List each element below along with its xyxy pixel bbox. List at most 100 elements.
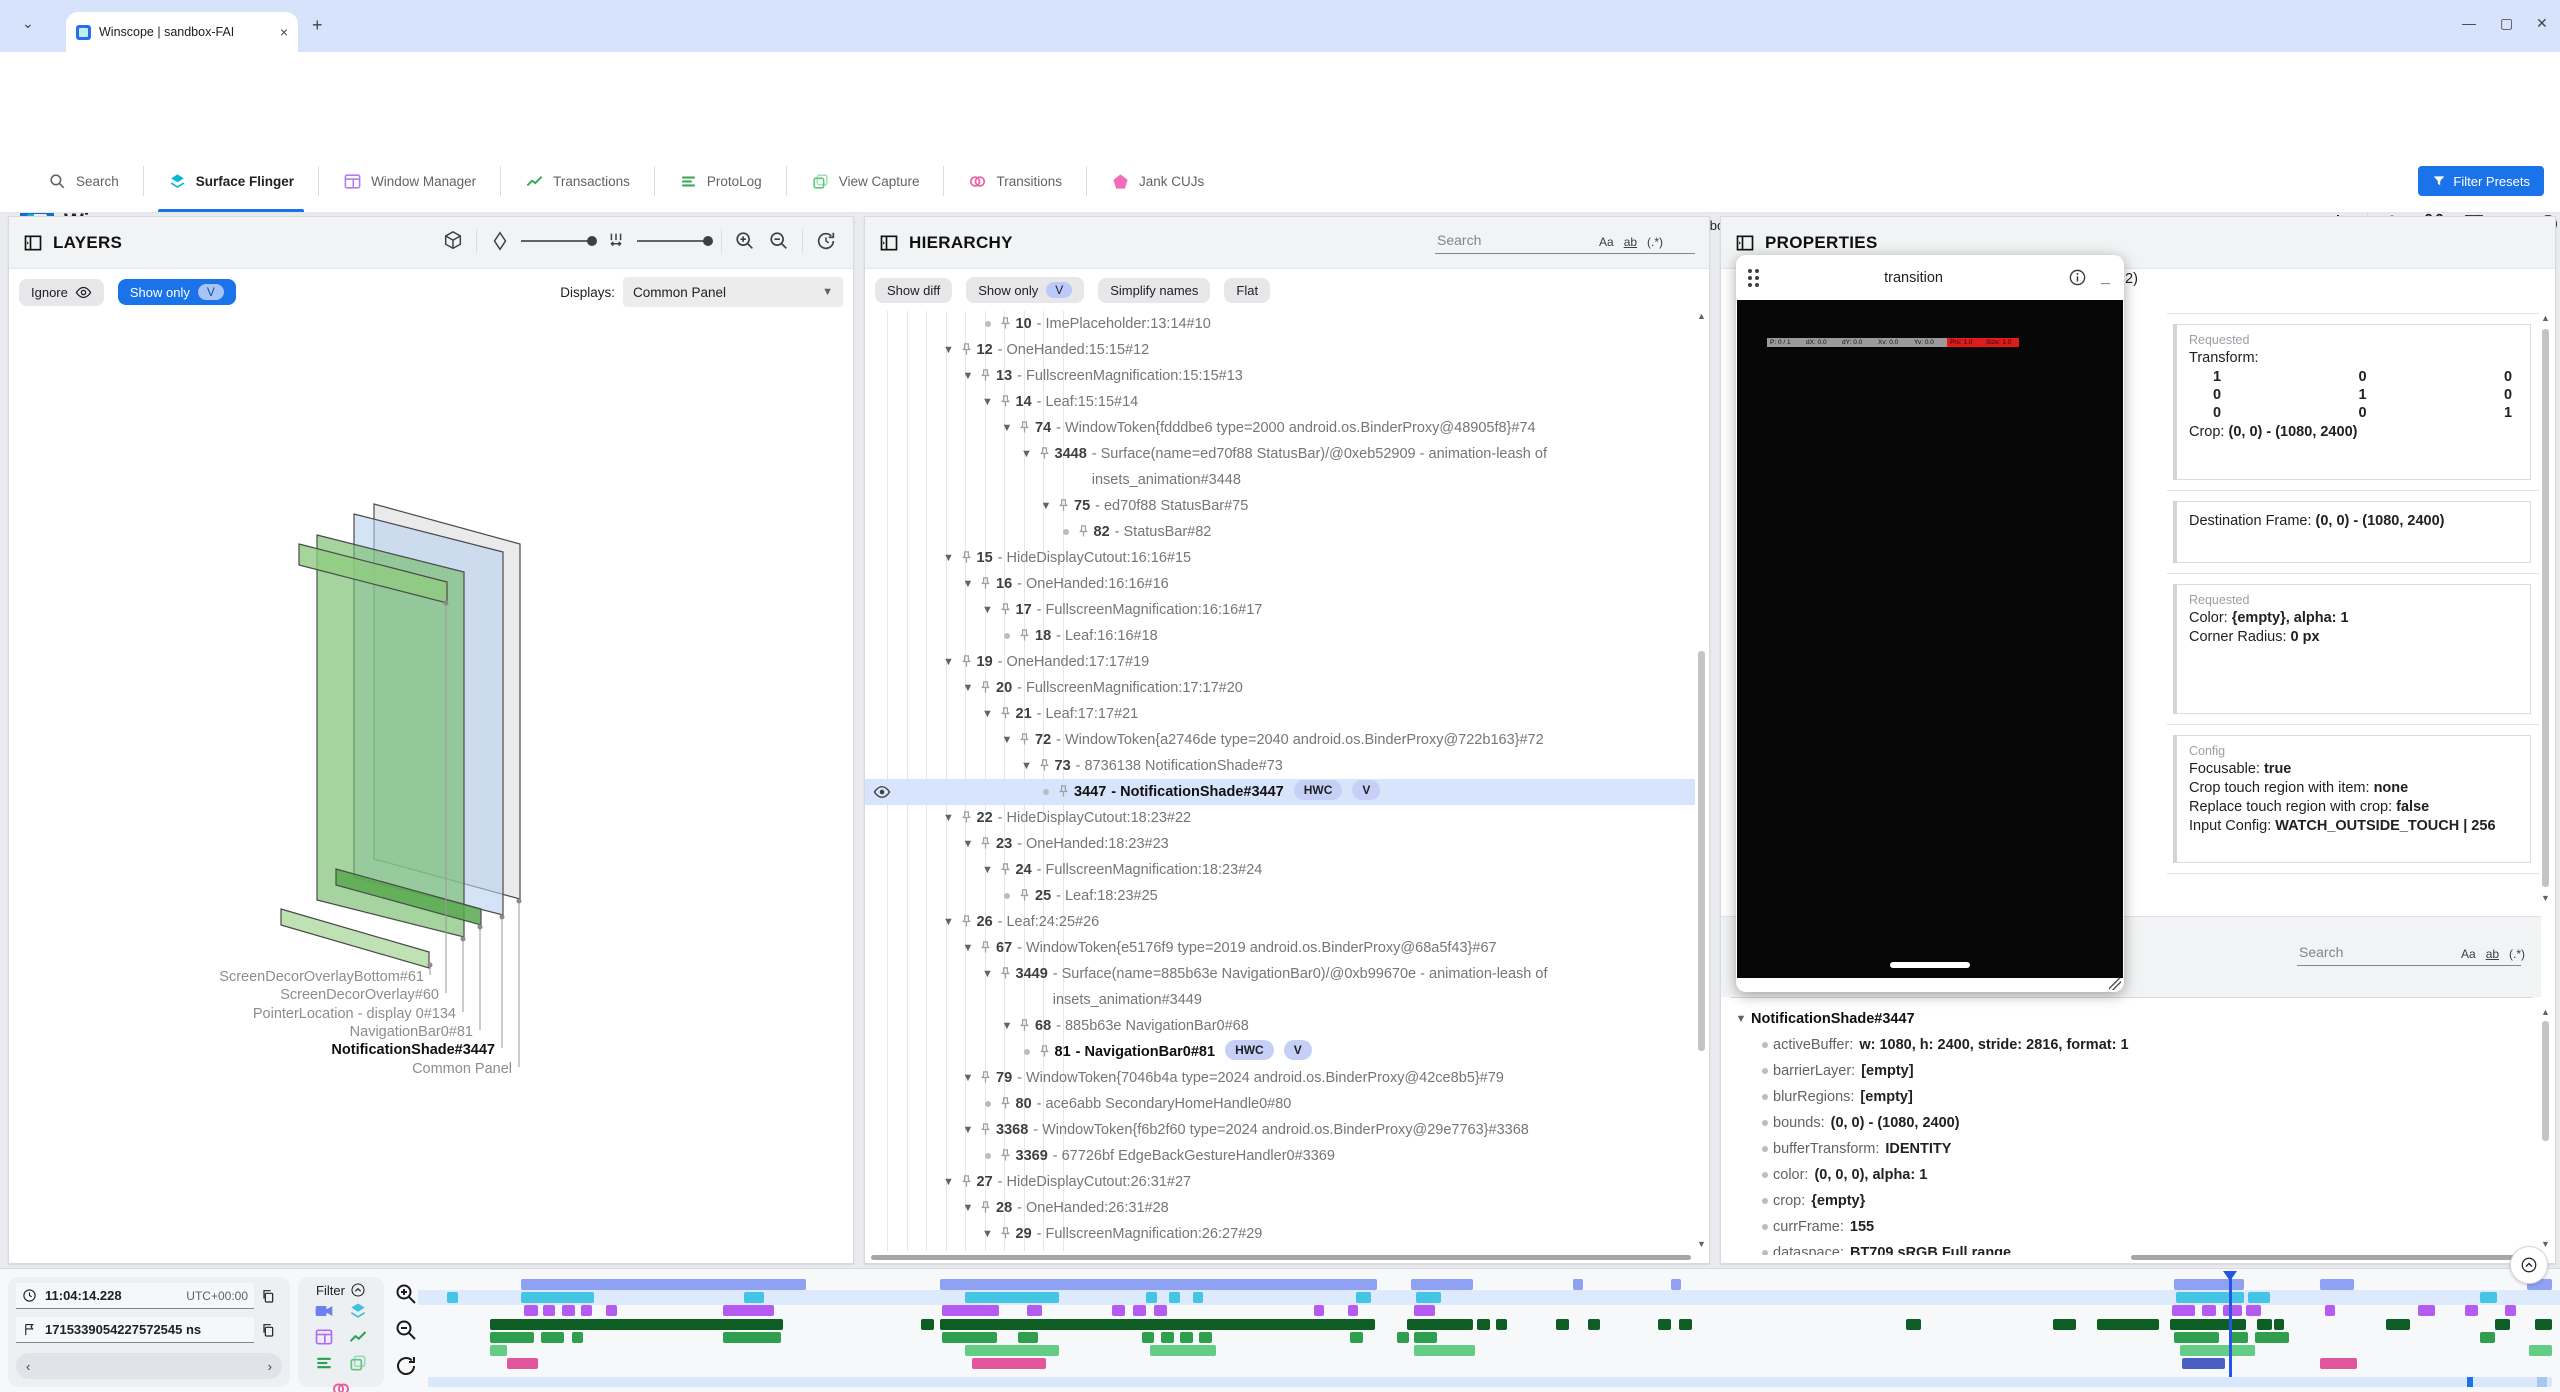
tree-row[interactable]: 82- StatusBar#82 [865,519,1695,545]
collapse-timeline-button[interactable] [2510,1246,2548,1284]
tree-row[interactable]: ▼16- OneHanded:16:16#16 [865,571,1695,597]
tab-search[interactable]: Search [24,150,143,212]
trace-event-block-screen-recording[interactable] [940,1279,1378,1290]
zoom-out-icon[interactable] [768,230,790,252]
tree-row[interactable]: ▼67- WindowToken{e5176f9 type=2019 andro… [865,935,1695,961]
trace-event-block-transactions[interactable] [2097,1319,2159,1330]
collapse-filter-icon[interactable] [350,1282,366,1298]
trace-event-block-transactions[interactable] [1496,1319,1507,1330]
trace-event-block-window-manager[interactable] [1348,1305,1359,1316]
pin-icon[interactable] [977,368,994,383]
transition-overlay-card[interactable]: transition _ P: 0 / 1dX: 0.0dY: 0.0Xv: 0… [1736,255,2124,992]
expand-arrow-icon[interactable]: ▼ [959,363,977,389]
trace-event-block-surface-flinger[interactable] [1169,1292,1180,1303]
trace-event-block-transactions[interactable] [490,1319,783,1330]
tab-transactions[interactable]: Transactions [501,150,654,212]
tree-row[interactable]: 18- Leaf:16:16#18 [865,623,1695,649]
tree-row[interactable]: 81- NavigationBar0#81HWCV [865,1039,1695,1065]
trace-event-block-view-capture[interactable] [1414,1345,1476,1356]
expand-arrow-icon[interactable]: ▼ [959,675,977,701]
prop-tree-root[interactable]: ▼NotificationShade#3447 [1731,1006,2533,1032]
tab-close-icon[interactable]: × [280,25,288,39]
timeline-reset-zoom-icon[interactable] [394,1354,418,1378]
prop-tree-row[interactable]: dataspace:BT709 sRGB Full range [1731,1240,2533,1255]
filter-presets-button[interactable]: Filter Presets [2418,166,2544,196]
trace-event-block-window-manager[interactable] [2325,1305,2336,1316]
spacing-slider[interactable] [637,240,711,242]
trace-event-block-surface-flinger[interactable] [521,1292,593,1303]
expand-arrow-icon[interactable]: ▼ [959,1065,977,1091]
tree-row[interactable]: ▼28- OneHanded:26:31#28 [865,1195,1695,1221]
prop-tree-row[interactable]: blurRegions:[empty] [1731,1084,2533,1110]
trace-event-block-protolog[interactable] [1350,1332,1363,1343]
trace-event-block-window-manager[interactable] [1154,1305,1167,1316]
pin-icon[interactable] [958,1174,975,1189]
window-minimize-icon[interactable]: — [2462,16,2476,30]
scroll-up-arrow[interactable]: ▲ [2540,1007,2551,1017]
tree-row[interactable]: ▼3448- Surface(name=ed70f88 StatusBar)/@… [865,441,1695,493]
trace-event-block-protolog[interactable] [2255,1332,2289,1343]
pin-icon[interactable] [997,1096,1014,1111]
scroll-down-arrow[interactable]: ▼ [2540,893,2551,903]
expand-arrow-icon[interactable]: ▼ [959,935,977,961]
trace-event-block-transactions[interactable] [2257,1319,2272,1330]
minimap-range-tick[interactable] [2537,1377,2547,1387]
trace-event-block-transactions[interactable] [2274,1319,2285,1330]
layer-label[interactable]: NotificationShade#3447 [331,1042,495,1058]
timeline-zoom-in-icon[interactable] [394,1282,418,1306]
tree-row[interactable]: ▼22- HideDisplayCutout:18:23#22 [865,805,1695,831]
prop-tree-row[interactable]: barrierLayer:[empty] [1731,1058,2533,1084]
browser-tab[interactable]: Winscope | sandbox-FAI × [66,12,298,52]
pin-icon[interactable] [997,966,1014,981]
tree-row[interactable]: ▼21- Leaf:17:17#21 [865,701,1695,727]
expand-arrow-icon[interactable]: ▼ [979,961,997,987]
trace-event-block-transactions[interactable] [2495,1319,2510,1330]
flat-chip[interactable]: Flat [1224,278,1270,303]
filter-transactions-icon[interactable] [348,1327,368,1347]
trace-event-block-surface-flinger[interactable] [965,1292,1058,1303]
trace-event-block-surface-flinger[interactable] [447,1292,458,1303]
trace-event-block-surface-flinger[interactable] [744,1292,763,1303]
expand-arrow-icon[interactable]: ▼ [940,545,958,571]
pin-icon[interactable] [1055,784,1072,799]
trace-event-block-window-manager[interactable] [2505,1305,2516,1316]
expand-arrow-icon[interactable]: ▼ [940,337,958,363]
filter-surface-flinger-icon[interactable] [348,1301,368,1321]
tab-surface-flinger[interactable]: Surface Flinger [144,150,318,212]
drag-handle-icon[interactable] [1748,269,1759,287]
layer-label[interactable]: ScreenDecorOverlayBottom#61 [219,969,424,985]
pin-icon[interactable] [997,394,1014,409]
expand-arrow-icon[interactable]: ▼ [940,805,958,831]
expand-arrow-icon[interactable]: ▼ [979,597,997,623]
trace-event-block-protolog[interactable] [1018,1332,1037,1343]
trace-event-block-window-manager[interactable] [942,1305,999,1316]
trace-event-block-window-manager[interactable] [2223,1305,2242,1316]
tree-row[interactable]: 80- ace6abb SecondaryHomeHandle0#80 [865,1091,1695,1117]
info-icon[interactable] [2068,268,2087,287]
trace-event-block-window-manager[interactable] [2202,1305,2217,1316]
tree-row[interactable]: ▼3368- WindowToken{f6b2f60 type=2024 and… [865,1117,1695,1143]
trace-event-block-window-manager[interactable] [2172,1305,2195,1316]
match-word-icon[interactable]: ab [1624,235,1637,249]
expand-arrow-icon[interactable]: ▼ [1731,1013,1751,1025]
trace-event-block-protolog[interactable] [2480,1332,2495,1343]
pin-icon[interactable] [1075,524,1092,539]
tree-row[interactable]: ▼75- ed70f88 StatusBar#75 [865,493,1695,519]
trace-event-block-window-manager[interactable] [606,1305,617,1316]
trace-event-block-screen-recording[interactable] [1671,1279,1682,1290]
trace-event-block-screen-recording[interactable] [2320,1279,2354,1290]
pin-icon[interactable] [997,1226,1014,1241]
pin-icon[interactable] [997,602,1014,617]
tab-transitions[interactable]: Transitions [944,150,1086,212]
tree-row[interactable]: ▼26- Leaf:24:25#26 [865,909,1695,935]
tab-protolog[interactable]: ProtoLog [655,150,786,212]
tree-row[interactable]: 3369- 67726bf EdgeBackGestureHandler0#33… [865,1143,1695,1169]
filter-view-capture-icon[interactable] [348,1353,368,1373]
pin-icon[interactable] [997,316,1014,331]
trace-event-block-surface-flinger[interactable] [1416,1292,1441,1303]
expand-arrow-icon[interactable]: ▼ [940,909,958,935]
match-word-icon[interactable]: ab [2486,947,2499,961]
trace-event-block-window-manager[interactable] [2246,1305,2261,1316]
filter-window-manager-icon[interactable] [314,1327,334,1347]
tree-row[interactable]: ▼24- FullscreenMagnification:18:23#24 [865,857,1695,883]
